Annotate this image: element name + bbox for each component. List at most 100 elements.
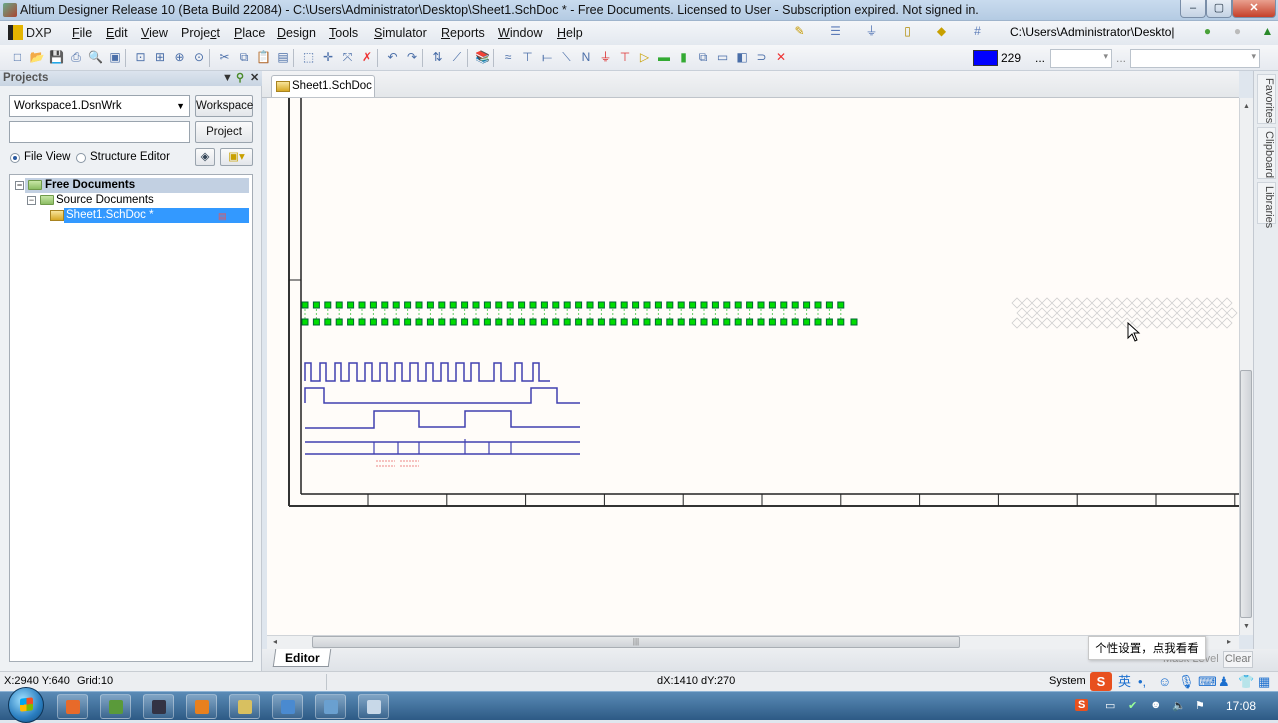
pin-marker[interactable] xyxy=(563,318,571,326)
pin-marker[interactable] xyxy=(768,301,776,309)
signal-harness-icon[interactable]: ⟍ xyxy=(559,50,574,65)
open-icon[interactable]: 📂 xyxy=(30,50,45,65)
port-icon[interactable]: ⊃ xyxy=(754,50,769,65)
pin-marker[interactable] xyxy=(540,318,548,326)
pin-marker[interactable] xyxy=(689,301,697,309)
tab-clipboard[interactable]: Clipboard xyxy=(1257,127,1276,179)
panel-menu-icon[interactable]: ▼ xyxy=(222,71,233,86)
pin-marker[interactable] xyxy=(666,301,674,309)
pin-marker[interactable] xyxy=(438,318,446,326)
new-document-icon[interactable]: □ xyxy=(10,50,25,65)
panel-close-icon[interactable]: ✕ xyxy=(250,71,259,86)
menu-design[interactable]: Design xyxy=(277,26,316,40)
pin-marker[interactable] xyxy=(461,301,469,309)
pin-marker[interactable] xyxy=(734,301,742,309)
pin-marker[interactable] xyxy=(404,318,412,326)
pin-marker[interactable] xyxy=(677,301,685,309)
undo-icon[interactable]: ↶ xyxy=(385,50,400,65)
drawing-tools-icon[interactable]: ✎ xyxy=(792,24,807,39)
bus-entry-icon[interactable]: ⊤ xyxy=(520,50,535,65)
system-button[interactable]: System xyxy=(1049,675,1086,687)
pin-marker[interactable] xyxy=(381,318,389,326)
pin-marker[interactable] xyxy=(324,301,332,309)
pin-icon[interactable]: ⚲ xyxy=(236,71,244,86)
minimize-button[interactable]: – xyxy=(1180,0,1206,18)
pin-marker[interactable] xyxy=(723,301,731,309)
scroll-right-icon[interactable]: ▸ xyxy=(1227,637,1231,646)
ime-punct-toggle[interactable]: •, xyxy=(1138,672,1146,691)
pin-marker[interactable] xyxy=(677,318,685,326)
pin-marker[interactable] xyxy=(358,301,366,309)
pin-marker[interactable] xyxy=(850,318,858,326)
dxp-menu[interactable]: DXP xyxy=(6,24,52,42)
taskbar-terminal[interactable] xyxy=(100,694,131,719)
pin-marker[interactable] xyxy=(540,301,548,309)
pin-marker[interactable] xyxy=(632,301,640,309)
move-icon[interactable]: ✛ xyxy=(321,50,336,65)
pin-marker[interactable] xyxy=(358,318,366,326)
print-icon[interactable]: ⎙ xyxy=(69,50,84,65)
pin-marker[interactable] xyxy=(301,301,309,309)
tab-editor[interactable]: Editor xyxy=(272,649,332,667)
pin-marker[interactable] xyxy=(620,301,628,309)
pin-marker[interactable] xyxy=(711,318,719,326)
pin-marker[interactable] xyxy=(483,318,491,326)
pin-marker[interactable] xyxy=(426,318,434,326)
browse-library-icon[interactable]: 📚 xyxy=(475,50,490,65)
taskbar-notepad[interactable] xyxy=(358,694,389,719)
copy-icon[interactable]: ⧉ xyxy=(237,50,252,65)
workspace-button[interactable]: Workspace xyxy=(195,95,253,117)
rubber-stamp-icon[interactable]: ▤ xyxy=(276,50,291,65)
pin-marker[interactable] xyxy=(711,301,719,309)
part-icon[interactable]: ▷ xyxy=(637,50,652,65)
grid-icon[interactable]: # xyxy=(970,24,985,39)
sogou-logo-icon[interactable]: S xyxy=(1090,672,1112,691)
pin-marker[interactable] xyxy=(643,301,651,309)
pin-marker[interactable] xyxy=(575,318,583,326)
wire-icon[interactable]: ⟝ xyxy=(540,50,555,65)
taskbar-network-tool[interactable] xyxy=(272,694,303,719)
paste-icon[interactable]: 📋 xyxy=(256,50,271,65)
menu-edit[interactable]: Edit xyxy=(106,26,128,40)
taskbar-paint[interactable] xyxy=(315,694,346,719)
pin-marker[interactable] xyxy=(415,318,423,326)
pin-marker[interactable] xyxy=(814,301,822,309)
volume-icon[interactable]: 🔈 xyxy=(1172,699,1186,712)
pin-marker[interactable] xyxy=(609,318,617,326)
tree-item-source-documents[interactable]: − Source Documents xyxy=(27,193,238,208)
component-view-icon[interactable]: ▣ xyxy=(108,50,123,65)
pin-marker[interactable] xyxy=(438,301,446,309)
zoom-selected-icon[interactable]: ⊙ xyxy=(192,50,207,65)
pin-marker[interactable] xyxy=(757,318,765,326)
structure-editor-radio[interactable] xyxy=(76,153,86,163)
menu-tools[interactable]: Tools xyxy=(329,26,358,40)
pin-marker[interactable] xyxy=(449,318,457,326)
pin-marker[interactable] xyxy=(312,318,320,326)
pin-marker[interactable] xyxy=(757,301,765,309)
power-ports-icon[interactable]: ⏚ xyxy=(864,24,879,39)
pin-marker[interactable] xyxy=(495,301,503,309)
pin-marker[interactable] xyxy=(746,318,754,326)
vertical-scroll-thumb[interactable] xyxy=(1240,370,1252,618)
pin-marker[interactable] xyxy=(301,318,309,326)
pin-marker[interactable] xyxy=(529,318,537,326)
emoji-icon[interactable]: ☺ xyxy=(1158,672,1171,691)
home-icon[interactable]: ▲ xyxy=(1260,24,1275,39)
pin-marker[interactable] xyxy=(734,318,742,326)
taskbar-file-explorer[interactable] xyxy=(229,694,260,719)
select-area-icon[interactable]: ⬚ xyxy=(301,50,316,65)
keyboard-icon[interactable]: ⌨ xyxy=(1198,672,1217,691)
network-security-icon[interactable]: ✔ xyxy=(1128,699,1137,712)
pin-marker[interactable] xyxy=(780,301,788,309)
clear-filter-icon[interactable]: ✗ xyxy=(360,50,375,65)
size-combo[interactable] xyxy=(1130,49,1260,68)
tab-sheet1-schdoc[interactable]: Sheet1.SchDoc * xyxy=(271,75,375,112)
close-button[interactable]: ✕ xyxy=(1232,0,1276,18)
pin-marker[interactable] xyxy=(654,318,662,326)
deselect-icon[interactable]: ⤧ xyxy=(340,50,355,65)
align-icon[interactable]: ☰ xyxy=(828,24,843,39)
sogou-tray-icon[interactable]: S xyxy=(1075,699,1089,711)
horizontal-scroll-thumb[interactable]: ||| xyxy=(312,636,960,648)
menu-window[interactable]: Window xyxy=(498,26,542,40)
maximize-button[interactable]: ▢ xyxy=(1206,0,1232,18)
